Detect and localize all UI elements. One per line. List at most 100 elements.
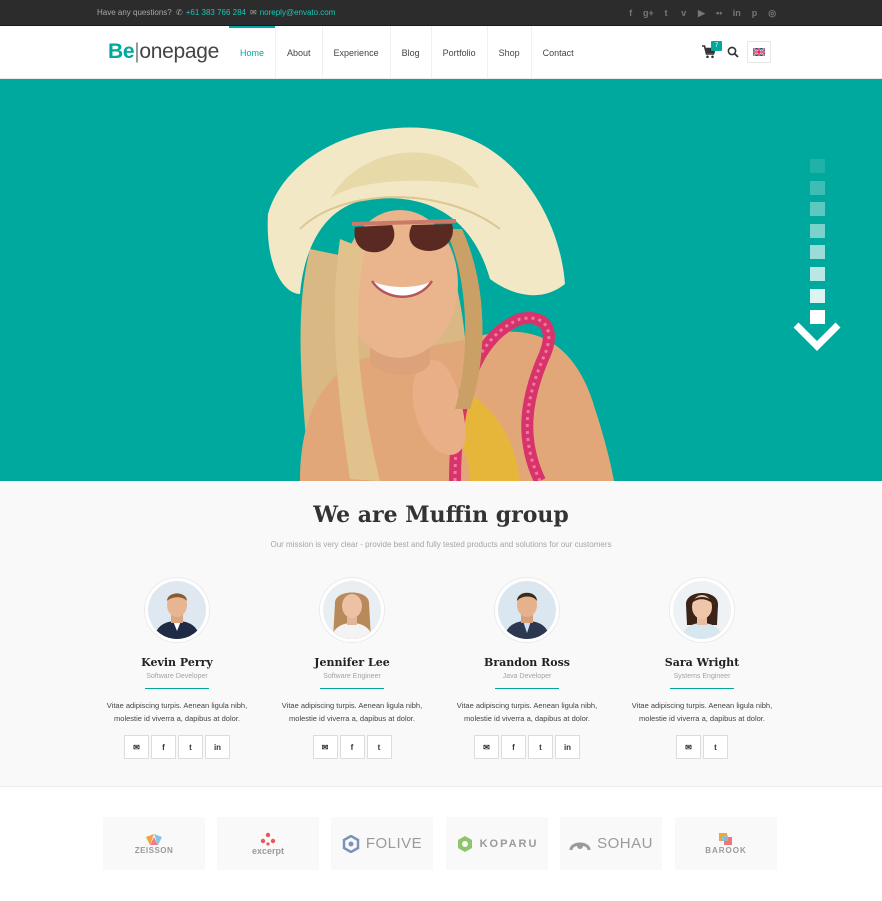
team-member: Jennifer Lee Software Engineer Vitae adi…	[264, 578, 440, 759]
divider	[320, 688, 384, 689]
member-role: Java Developer	[502, 673, 552, 680]
member-social: ✉ f t in	[89, 735, 265, 759]
team-member: Kevin Perry Software Developer Vitae adi…	[89, 578, 265, 759]
twitter-icon[interactable]: t	[657, 6, 675, 20]
divider	[670, 688, 734, 689]
linkedin-icon[interactable]: in	[205, 735, 230, 759]
youtube-icon[interactable]: ▶	[693, 6, 711, 20]
nav-home[interactable]: Home	[229, 26, 277, 79]
member-social: ✉ f t in	[439, 735, 615, 759]
language-selector[interactable]	[747, 41, 771, 63]
member-name: Kevin Perry	[141, 656, 213, 669]
flickr-icon[interactable]: ••	[710, 6, 728, 20]
zeisson-logo-icon	[146, 834, 162, 845]
member-social: ✉ f t	[264, 735, 440, 759]
scroll-step	[810, 223, 825, 238]
scroll-down-indicator[interactable]	[810, 159, 825, 332]
client-name: SOHAU	[597, 835, 653, 852]
scroll-step	[810, 202, 825, 217]
nav-blog[interactable]: Blog	[391, 26, 432, 79]
scroll-step	[810, 266, 825, 281]
email-icon[interactable]: ✉	[312, 735, 338, 759]
nav-about[interactable]: About	[276, 26, 323, 79]
client-logo-koparu[interactable]: KOPARU	[446, 817, 548, 870]
scroll-step	[810, 288, 825, 303]
sohau-logo-icon	[569, 842, 591, 850]
nav-contact[interactable]: Contact	[532, 26, 585, 79]
section-subtitle: Our mission is very clear - provide best…	[270, 540, 612, 549]
facebook-icon[interactable]: f	[151, 735, 176, 759]
vimeo-icon[interactable]: v	[675, 6, 693, 20]
member-name: Sara Wright	[664, 656, 740, 669]
facebook-icon[interactable]: f	[501, 735, 526, 759]
member-role: Systems Engineer	[673, 673, 731, 680]
top-bar: Have any questions? ✆ +61 383 766 284 ✉ no…	[0, 0, 882, 26]
divider	[145, 688, 209, 689]
pinterest-icon[interactable]: p	[746, 6, 764, 20]
logo-text: onepage	[139, 40, 220, 63]
client-logo-folive[interactable]: FOLIVE	[331, 817, 433, 870]
nav-shop[interactable]: Shop	[488, 26, 532, 79]
facebook-icon[interactable]: f	[339, 735, 365, 759]
dribbble-icon[interactable]: ◎	[763, 6, 781, 20]
member-name: Jennifer Lee	[314, 656, 390, 669]
avatar	[320, 578, 384, 642]
about-section: We are Muffin group Our mission is very …	[0, 481, 882, 786]
email-address: noreply@envato.com	[259, 8, 336, 17]
twitter-icon[interactable]: t	[703, 735, 728, 759]
cart-count-badge: 7	[711, 41, 722, 51]
scroll-step	[810, 245, 825, 260]
client-logo-barook[interactable]: BAROOK	[675, 817, 777, 870]
member-description: Vitae adipiscing turpis. Aenean ligula n…	[456, 701, 598, 723]
member-description: Vitae adipiscing turpis. Aenean ligula n…	[281, 701, 423, 723]
site-logo[interactable]: Be|onepage	[108, 40, 219, 64]
client-name: ZEISSON	[134, 846, 174, 855]
excerpt-logo-icon	[260, 832, 276, 846]
hero-woman-image	[267, 127, 614, 481]
team-member: Brandon Ross Java Developer Vitae adipis…	[439, 578, 615, 759]
team-member: Sara Wright Systems Engineer Vitae adipi…	[614, 578, 790, 759]
clients-section: ZEISSON excerpt FOLIVE KOPARU SOHAU BARO…	[0, 786, 882, 901]
scroll-step	[810, 159, 825, 173]
koparu-logo-icon	[457, 835, 472, 852]
email-icon[interactable]: ✉	[124, 735, 149, 759]
phone-icon: ✆	[176, 8, 183, 17]
facebook-icon[interactable]: f	[622, 6, 640, 20]
member-social: ✉ t	[614, 735, 790, 759]
member-role: Software Engineer	[323, 673, 381, 680]
client-logo-excerpt[interactable]: excerpt	[217, 817, 319, 870]
google-plus-icon[interactable]: g+	[640, 6, 658, 20]
phone-number: +61 383 766 284	[185, 8, 246, 17]
nav-experience[interactable]: Experience	[323, 26, 391, 79]
client-name: BAROOK	[705, 846, 747, 855]
avatar	[495, 578, 559, 642]
chevron-down-icon[interactable]	[793, 321, 841, 351]
client-logo-zeisson[interactable]: ZEISSON	[103, 817, 205, 870]
search-icon[interactable]	[727, 46, 739, 58]
avatar	[670, 578, 734, 642]
barook-logo-icon	[719, 833, 732, 845]
twitter-icon[interactable]: t	[366, 735, 392, 759]
email-icon[interactable]: ✉	[676, 735, 701, 759]
divider	[495, 688, 559, 689]
email-link[interactable]: ✉ noreply@envato.com	[250, 8, 335, 17]
avatar	[145, 578, 209, 642]
linkedin-icon[interactable]: in	[728, 6, 746, 20]
member-name: Brandon Ross	[484, 656, 570, 669]
client-logo-sohau[interactable]: SOHAU	[560, 817, 662, 870]
linkedin-icon[interactable]: in	[555, 735, 580, 759]
uk-flag-icon	[753, 48, 765, 56]
envelope-icon: ✉	[250, 8, 257, 17]
twitter-icon[interactable]: t	[528, 735, 553, 759]
member-description: Vitae adipiscing turpis. Aenean ligula n…	[106, 701, 248, 723]
member-role: Software Developer	[146, 673, 208, 680]
phone-link[interactable]: ✆ +61 383 766 284	[176, 8, 246, 17]
nav-portfolio[interactable]: Portfolio	[432, 26, 488, 79]
email-icon[interactable]: ✉	[474, 735, 499, 759]
section-title: We are Muffin group	[313, 502, 569, 528]
twitter-icon[interactable]: t	[178, 735, 203, 759]
folive-logo-icon	[342, 834, 360, 853]
member-description: Vitae adipiscing turpis. Aenean ligula n…	[631, 701, 773, 723]
social-links: f g+ t v ▶ •• in p ◎	[622, 6, 781, 20]
scroll-step	[810, 180, 825, 195]
